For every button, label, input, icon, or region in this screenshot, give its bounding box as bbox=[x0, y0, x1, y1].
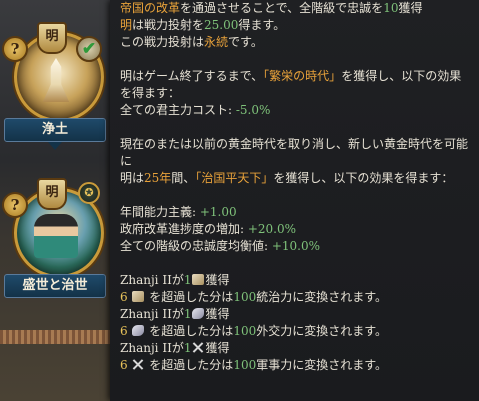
tooltip-line: 現在のまたは以前の黄金時代を取り消し、新しい黄金時代を可能 bbox=[120, 137, 469, 151]
reform-label: 浄土 bbox=[4, 118, 106, 142]
reform-tooltip: 帝国の改革を通過させることで、全階級で忠誠を10獲得 明は戦力投射を25.00得… bbox=[110, 0, 479, 401]
military-swords-icon bbox=[132, 359, 144, 370]
conversion-line: 6 を超過した分は100軍事力に変換されます。 bbox=[120, 358, 388, 372]
reform-label: 盛世と治世 bbox=[4, 274, 106, 298]
tooltip-line: 明は25年間、「治国平天下」を獲得し、以下の効果を得ます： bbox=[120, 171, 454, 185]
tooltip-line: この戦力投射は永続です。 bbox=[120, 35, 263, 49]
admin-scroll-icon bbox=[192, 274, 205, 285]
ruler-bonus-line: Zhanji IIが1 獲得 bbox=[120, 341, 230, 355]
tooltip-line: 全ての君主力コスト: -5.0% bbox=[120, 103, 271, 117]
ruler-bonus-line: Zhanji IIが1 獲得 bbox=[120, 273, 230, 287]
arrow-down-icon bbox=[48, 142, 62, 150]
checkmark-icon: ✔ bbox=[76, 36, 102, 62]
question-icon[interactable]: ? bbox=[2, 192, 28, 218]
tooltip-line: 明はゲーム終了するまで、「繁栄の時代」を獲得し、以下の効果 bbox=[120, 69, 462, 83]
tooltip-line: 明は戦力投射を25.00得ます。 bbox=[120, 18, 286, 32]
question-icon[interactable]: ? bbox=[2, 36, 28, 62]
tooltip-line: を得ます： bbox=[120, 86, 181, 100]
military-swords-icon bbox=[192, 342, 204, 353]
admin-scroll-icon bbox=[132, 291, 145, 302]
ruler-bonus-line: Zhanji IIが1 獲得 bbox=[120, 307, 230, 321]
conversion-line: 6 を超過した分は100外交力に変換されます。 bbox=[120, 324, 388, 338]
diplomacy-dove-icon bbox=[132, 325, 145, 336]
tooltip-line: 政府改革進捗度の増加: +20.0% bbox=[120, 222, 297, 236]
tooltip-line: 帝国の改革を通過させることで、全階級で忠誠を10獲得 bbox=[120, 1, 423, 15]
tooltip-line: 全ての階級の忠誠度均衡値: +10.0% bbox=[120, 239, 321, 253]
medal-icon: ✪ bbox=[78, 182, 100, 204]
ming-medallion-icon: 明 bbox=[37, 178, 67, 210]
emperor-portrait-illustration bbox=[34, 214, 78, 258]
diplomacy-dove-icon bbox=[192, 308, 205, 319]
tooltip-line: に bbox=[120, 154, 133, 168]
ming-medallion-icon: 明 bbox=[37, 22, 67, 54]
tooltip-line: 年間能力主義: +1.00 bbox=[120, 205, 237, 219]
conversion-line: 6 を超過した分は100統治力に変換されます。 bbox=[120, 290, 388, 304]
